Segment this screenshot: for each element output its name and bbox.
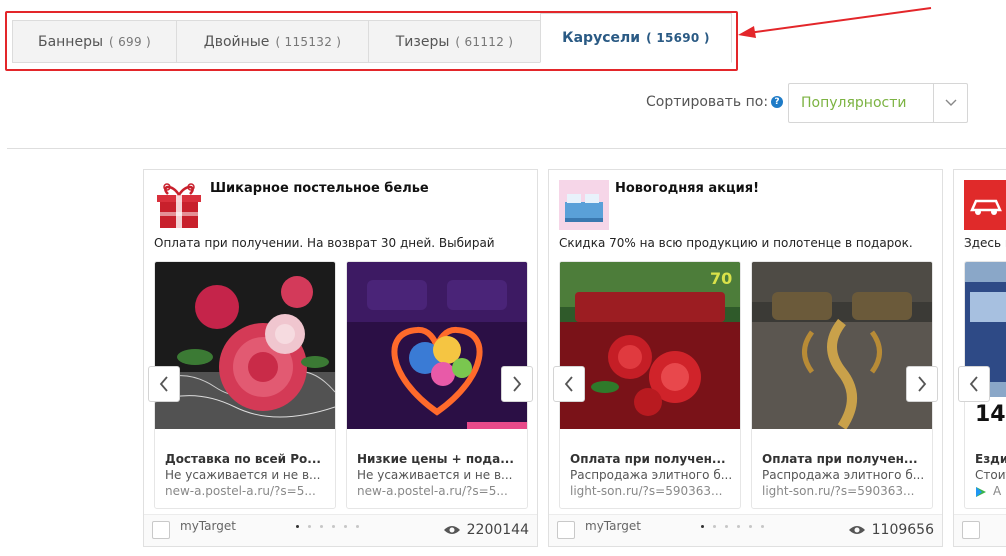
tab-count: ( 699 )	[109, 34, 152, 49]
carousel-prev-button[interactable]	[958, 366, 990, 402]
views-count: 1109656	[871, 522, 934, 538]
slide-image	[752, 262, 932, 437]
slide-text: Распродажа элитного б...	[570, 468, 732, 482]
tab-label: Тизеры	[395, 33, 450, 50]
carousel-dot[interactable]	[344, 525, 347, 528]
chevron-left-icon	[969, 376, 978, 392]
arrow-annotation	[738, 7, 932, 38]
sort-selected-value: Популярности	[801, 95, 907, 111]
slide-image: 14	[965, 262, 1006, 437]
slide-image: 70	[560, 262, 740, 437]
carousel-slide[interactable]: 70 Оплата при получен... Распродажа элит…	[559, 261, 741, 509]
tab-label: Двойные	[203, 33, 270, 50]
carousel-next-button[interactable]	[501, 366, 533, 402]
card-description: Скидка 70% на всю продукцию и полотенце …	[559, 236, 913, 250]
price-badge: 14	[975, 402, 1006, 427]
slide-headline: Доставка по всей Ро...	[165, 452, 321, 466]
chevron-right-icon	[918, 376, 927, 392]
svg-text:70: 70	[710, 269, 732, 288]
chevron-left-icon	[159, 376, 168, 392]
tab-count: ( 15690 )	[646, 31, 710, 45]
carousel-dot[interactable]	[725, 525, 728, 528]
tab-banners[interactable]: Баннеры ( 699 )	[12, 20, 176, 63]
slide-url[interactable]: light-son.ru/?s=590363...	[762, 484, 924, 498]
gift-logo	[157, 183, 201, 228]
slide-headline: Низкие цены + пода...	[357, 452, 514, 466]
views-counter: 2200144	[443, 522, 529, 538]
carousel-dots	[296, 525, 359, 528]
carousel-dot[interactable]	[296, 525, 299, 528]
tab-teasers[interactable]: Тизеры ( 61112 )	[368, 20, 540, 63]
carousel-card: Новогодняя акция! Скидка 70% на всю прод…	[548, 169, 943, 547]
card-title: Новогодняя акция!	[615, 181, 760, 196]
brand-label: myTarget	[180, 519, 236, 533]
sort-dropdown[interactable]: Популярности	[788, 83, 968, 123]
eye-icon	[443, 526, 460, 534]
slide-image	[347, 262, 527, 437]
slide-url[interactable]: light-son.ru/?s=590363...	[570, 484, 732, 498]
carousel-dot[interactable]	[320, 525, 323, 528]
slide-text: Стоит	[975, 468, 1006, 482]
tab-double[interactable]: Двойные ( 115132 )	[176, 20, 368, 63]
card-footer	[954, 514, 1006, 546]
carousel-card: Шикарное постельное белье Оплата при пол…	[143, 169, 538, 547]
ad-format-tabs: Баннеры ( 699 ) Двойные ( 115132 ) Тизер…	[12, 13, 732, 63]
slide-text: Не усаживается и не в...	[357, 468, 513, 482]
divider	[7, 148, 1006, 149]
carousel-dot[interactable]	[332, 525, 335, 528]
slide-headline: Оплата при получен...	[570, 452, 726, 466]
carousel-dot[interactable]	[308, 525, 311, 528]
tab-label: Карусели	[562, 30, 641, 46]
slide-text: Не усаживается и не в...	[165, 468, 321, 482]
carousel-dot[interactable]	[713, 525, 716, 528]
card-description: Оплата при получении. На возврат 30 дней…	[154, 236, 495, 250]
carousel-next-button[interactable]	[906, 366, 938, 402]
card-title: Шикарное постельное белье	[210, 181, 429, 196]
tab-carousels[interactable]: Карусели ( 15690 )	[540, 13, 732, 63]
chevron-right-icon	[513, 376, 522, 392]
tab-label: Баннеры	[37, 33, 104, 50]
views-count: 2200144	[466, 522, 529, 538]
chevron-left-icon	[564, 376, 573, 392]
card-footer: myTarget 2200144	[144, 514, 537, 546]
carousel-dot[interactable]	[737, 525, 740, 528]
bedding-logo	[559, 180, 609, 230]
carousel-card: Здесь п 14 Езди Стоит А	[953, 169, 1006, 547]
play-store-icon	[976, 487, 986, 497]
carousel-dots	[701, 525, 764, 528]
card-description: Здесь п	[964, 236, 1006, 250]
tab-count: ( 61112 )	[455, 34, 514, 49]
slide-url[interactable]: new-a.postel-a.ru/?s=5...	[357, 484, 519, 498]
chevron-down-icon	[933, 84, 967, 122]
slide-headline: Оплата при получен...	[762, 452, 918, 466]
carousel-dot[interactable]	[356, 525, 359, 528]
brand-label: myTarget	[585, 519, 641, 533]
slide-image	[155, 262, 335, 437]
views-counter: 1109656	[848, 522, 934, 538]
card-footer: myTarget 1109656	[549, 514, 942, 546]
tab-count: ( 115132 )	[275, 34, 342, 49]
sort-label: Сортировать по:	[646, 94, 769, 110]
carousel-dot[interactable]	[761, 525, 764, 528]
carousel-dot[interactable]	[701, 525, 704, 528]
carousel-prev-button[interactable]	[553, 366, 585, 402]
help-icon[interactable]: ?	[771, 96, 783, 108]
slide-url[interactable]: new-a.postel-a.ru/?s=5...	[165, 484, 327, 498]
slide-headline: Езди	[975, 452, 1006, 466]
carousel-slide[interactable]: Доставка по всей Ро... Не усаживается и …	[154, 261, 336, 509]
eye-icon	[848, 526, 865, 534]
carousel-prev-button[interactable]	[148, 366, 180, 402]
select-checkbox[interactable]	[152, 521, 170, 539]
select-checkbox[interactable]	[557, 521, 575, 539]
select-checkbox[interactable]	[962, 521, 980, 539]
carousel-dot[interactable]	[749, 525, 752, 528]
slide-text: Распродажа элитного б...	[762, 468, 924, 482]
car-logo	[964, 180, 1006, 230]
